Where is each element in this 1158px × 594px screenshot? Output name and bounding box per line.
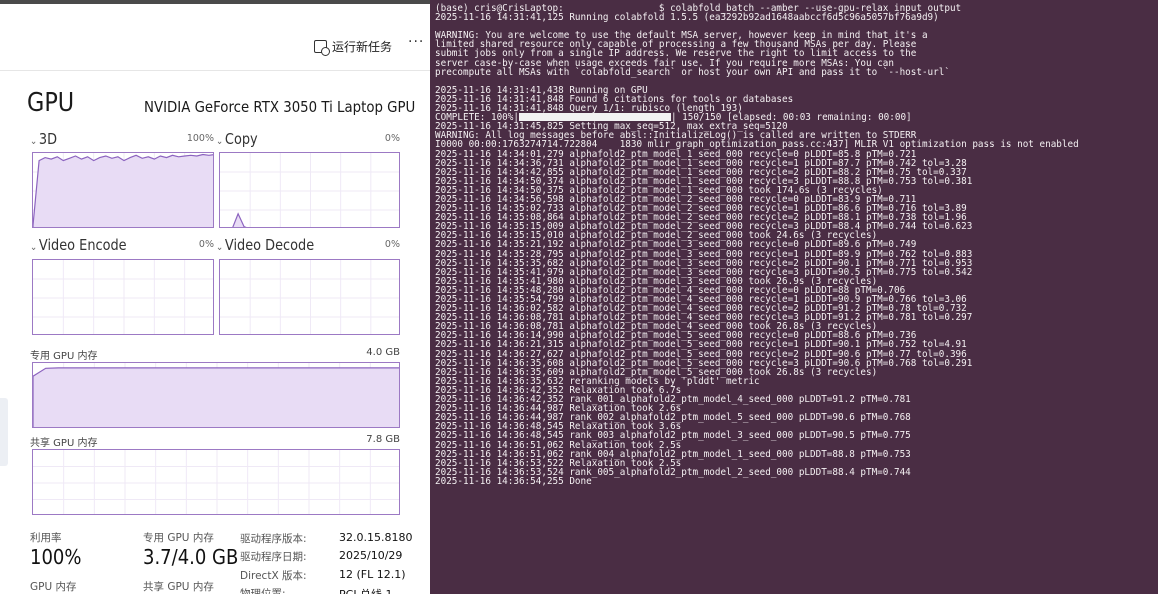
graph-shared-mem: [32, 449, 400, 515]
graph-video-decode-plot: [220, 260, 399, 334]
engine-pct-copy: 0%: [384, 133, 400, 144]
driver-version-label: 驱动程序版本:: [240, 533, 307, 545]
engine-selector-3d[interactable]: ⌄ 3D: [30, 130, 57, 148]
more-options-button[interactable]: ···: [408, 34, 424, 50]
chevron-down-icon: ⌄: [216, 242, 224, 253]
engine-selector-video-encode[interactable]: ⌄ Video Encode: [30, 236, 127, 254]
dedicated-stat-value: 3.7/4.0 GB: [143, 545, 239, 569]
terminal-line: 2025-11-16 14:36:54,255 Done: [435, 475, 592, 487]
directx-version-label: DirectX 版本:: [240, 570, 307, 582]
graph-3d: [32, 152, 214, 228]
graph-video-encode-plot: [33, 260, 213, 334]
engine-pct-video-encode: 0%: [198, 239, 214, 250]
terminal-line: 2025-11-16 14:31:41,125 Running colabfol…: [435, 12, 939, 24]
chevron-down-icon: ⌄: [216, 136, 224, 147]
engine-selector-copy[interactable]: ⌄ Copy: [216, 130, 258, 148]
progress-bar: [518, 113, 671, 122]
page-title: GPU: [27, 88, 75, 118]
chevron-down-icon: ⌄: [30, 242, 38, 253]
driver-date-value: 2025/10/29: [339, 549, 403, 562]
run-new-task-label: 运行新任务: [332, 40, 393, 54]
gpu-mem-label: GPU 内存: [30, 581, 77, 593]
engine-label-copy: Copy: [224, 130, 258, 148]
run-new-task-button[interactable]: 运行新任务: [314, 38, 393, 56]
graph-video-encode: [32, 259, 214, 335]
driver-date-label: 驱动程序日期:: [240, 551, 307, 563]
task-manager-panel: 运行新任务 ··· GPU NVIDIA GeForce RTX 3050 Ti…: [0, 0, 430, 594]
usage-area-dedicated-mem: [33, 367, 399, 427]
engine-pct-video-decode: 0%: [384, 239, 400, 250]
shared-mem-max: 7.8 GB: [366, 434, 400, 445]
graph-3d-plot: [33, 153, 213, 227]
graph-shared-mem-plot: [33, 450, 399, 514]
terminal-line: precompute all MSAs with `colabfold_sear…: [435, 66, 950, 78]
terminal-output: (base) cris@CrisLaptop: $ colabfold_batc…: [435, 4, 1079, 486]
usage-area-3d: [33, 153, 213, 227]
utilization-label: 利用率: [30, 532, 62, 544]
graph-dedicated-mem-plot: [33, 363, 399, 427]
gpu-model-name: NVIDIA GeForce RTX 3050 Ti Laptop GPU: [144, 98, 416, 116]
dedicated-mem-label: 专用 GPU 内存: [30, 351, 98, 362]
engine-selector-video-decode[interactable]: ⌄ Video Decode: [216, 236, 314, 254]
toolbar-divider: [0, 70, 430, 71]
physical-location-label: 物理位置:: [240, 588, 286, 594]
chevron-down-icon: ⌄: [30, 136, 38, 147]
graph-dedicated-mem: [32, 362, 400, 428]
toolbar: 运行新任务 ···: [0, 28, 430, 66]
window-top-edge: [0, 0, 430, 4]
sidebar-collapse-tab[interactable]: [0, 398, 8, 466]
engine-pct-3d: 100%: [186, 133, 214, 144]
graph-copy: [219, 152, 400, 228]
dedicated-mem-max: 4.0 GB: [366, 347, 400, 358]
dedicated-stat-label: 专用 GPU 内存: [143, 532, 214, 544]
terminal-window[interactable]: (base) cris@CrisLaptop: $ colabfold_batc…: [430, 0, 1158, 594]
utilization-value: 100%: [30, 545, 82, 569]
shared-stat-label: 共享 GPU 内存: [143, 581, 214, 593]
graph-copy-plot: [220, 153, 399, 227]
driver-version-value: 32.0.15.8180: [339, 531, 413, 544]
physical-location-value: PCI 总线 1: [339, 586, 393, 594]
directx-version-value: 12 (FL 12.1): [339, 568, 406, 581]
graph-video-decode: [219, 259, 400, 335]
shared-mem-label: 共享 GPU 内存: [30, 438, 98, 449]
engine-label-video-encode: Video Encode: [38, 236, 127, 254]
run-task-icon: [314, 40, 330, 56]
engine-label-3d: 3D: [38, 130, 58, 148]
engine-label-video-decode: Video Decode: [224, 236, 315, 254]
